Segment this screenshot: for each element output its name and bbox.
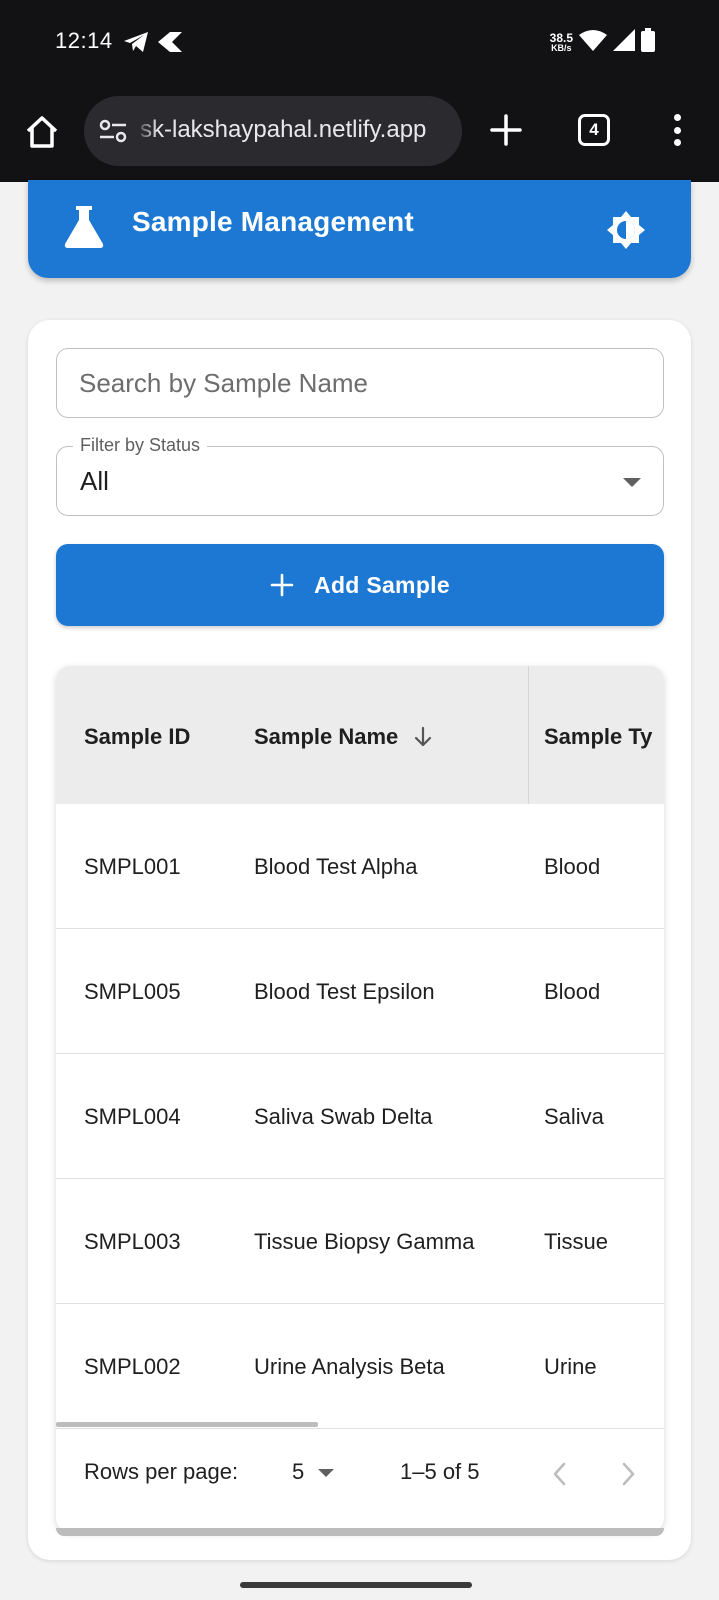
status-filter-select[interactable]: Filter by Status All xyxy=(56,435,664,516)
samples-card: Filter by Status All Add Sample Sample I… xyxy=(28,320,691,1560)
column-header-label: Sample Ty xyxy=(544,724,653,749)
samples-table: Sample ID Sample Name Sample Ty SMPL001 … xyxy=(56,666,664,1532)
cell-sample-id: SMPL004 xyxy=(84,1103,181,1129)
site-settings-icon[interactable] xyxy=(98,118,128,144)
cell-sample-type: Blood xyxy=(544,978,601,1004)
chevron-left-icon xyxy=(553,1462,566,1486)
table-row[interactable]: SMPL004 Saliva Swab Delta Saliva xyxy=(56,1054,664,1179)
net-speed-unit: KB/s xyxy=(551,43,572,53)
rows-per-page-caret-icon[interactable] xyxy=(318,1469,334,1477)
table-body: SMPL001 Blood Test Alpha Blood SMPL005 B… xyxy=(56,804,664,1429)
gesture-bar[interactable] xyxy=(240,1582,472,1588)
column-header-sample-name[interactable]: Sample Name xyxy=(254,724,434,750)
home-button[interactable] xyxy=(22,112,62,152)
table-row[interactable]: SMPL002 Urine Analysis Beta Urine xyxy=(56,1304,664,1429)
cell-sample-name: Urine Analysis Beta xyxy=(254,1353,445,1379)
battery-icon xyxy=(641,28,655,57)
column-divider[interactable] xyxy=(528,666,529,804)
flask-icon xyxy=(64,206,104,248)
table-row[interactable]: SMPL005 Blood Test Epsilon Blood xyxy=(56,929,664,1054)
cell-sample-name: Blood Test Epsilon xyxy=(254,978,435,1004)
home-icon xyxy=(26,116,58,148)
url-text[interactable]: sk-lakshaypahal.netlify.app xyxy=(140,116,452,144)
cell-sample-name: Blood Test Alpha xyxy=(254,853,418,879)
new-tab-icon xyxy=(490,114,522,146)
sort-descending-icon[interactable] xyxy=(412,726,434,748)
cell-sample-type: Saliva xyxy=(544,1103,604,1129)
status-bar: 12:14 38.5 KB/s xyxy=(0,0,719,90)
browser-toolbar: sk-lakshaypahal.netlify.app 4 xyxy=(0,90,719,182)
more-menu-button[interactable] xyxy=(664,110,690,150)
app-header: Sample Management xyxy=(28,180,691,278)
cell-sample-id: SMPL001 xyxy=(84,853,181,879)
page-title: Sample Management xyxy=(132,206,414,237)
cell-sample-type: Tissue xyxy=(544,1228,608,1254)
telegram-icon xyxy=(122,30,150,59)
rows-per-page-label: Rows per page: xyxy=(84,1459,239,1484)
status-filter-label: Filter by Status xyxy=(73,435,208,456)
search-input[interactable] xyxy=(56,348,664,418)
cell-sample-id: SMPL003 xyxy=(84,1228,181,1254)
table-row[interactable]: SMPL003 Tissue Biopsy Gamma Tissue xyxy=(56,1179,664,1304)
cell-sample-type: Blood xyxy=(544,853,601,879)
notification-icons xyxy=(122,30,184,59)
wifi-icon xyxy=(579,29,607,56)
app-notification-icon xyxy=(156,30,184,59)
more-menu-icon xyxy=(673,114,681,121)
column-header-label: Sample ID xyxy=(84,724,191,749)
cell-sample-name: Tissue Biopsy Gamma xyxy=(254,1228,475,1254)
cell-sample-type: Urine xyxy=(544,1353,597,1379)
tab-switcher-button[interactable]: 4 xyxy=(578,114,610,146)
previous-page-button[interactable] xyxy=(548,1459,572,1489)
add-sample-label: Add Sample xyxy=(314,571,450,598)
column-header-sample-type[interactable]: Sample Ty xyxy=(544,724,652,750)
next-page-button[interactable] xyxy=(616,1459,640,1489)
plus-icon xyxy=(270,573,294,597)
cell-sample-name: Saliva Swab Delta xyxy=(254,1103,433,1129)
column-header-sample-id[interactable]: Sample ID xyxy=(84,724,190,750)
net-speed: 38.5 KB/s xyxy=(550,32,573,53)
new-tab-button[interactable] xyxy=(488,112,524,148)
chevron-right-icon xyxy=(622,1462,635,1486)
status-time: 12:14 xyxy=(55,28,113,53)
table-bottom-shadow xyxy=(56,1528,664,1536)
theme-toggle-icon xyxy=(607,211,645,249)
address-bar[interactable]: sk-lakshaypahal.netlify.app xyxy=(84,96,462,166)
table-row[interactable]: SMPL001 Blood Test Alpha Blood xyxy=(56,804,664,929)
horizontal-scrollbar[interactable] xyxy=(56,1422,318,1427)
url-fade xyxy=(134,110,158,152)
theme-toggle-button[interactable] xyxy=(606,210,646,250)
table-pagination: Rows per page: 5 1–5 of 5 xyxy=(56,1428,664,1532)
add-sample-button[interactable]: Add Sample xyxy=(56,544,664,626)
system-icons: 38.5 KB/s xyxy=(550,28,655,57)
pagination-range: 1–5 of 5 xyxy=(400,1459,480,1484)
dropdown-caret-icon xyxy=(623,478,641,487)
table-header: Sample ID Sample Name Sample Ty xyxy=(56,666,664,804)
cell-sample-id: SMPL005 xyxy=(84,978,181,1004)
status-filter-value: All xyxy=(80,466,109,496)
cell-sample-id: SMPL002 xyxy=(84,1353,181,1379)
column-header-label: Sample Name xyxy=(254,724,399,749)
signal-icon xyxy=(613,29,635,56)
rows-per-page-select[interactable]: 5 xyxy=(292,1459,304,1485)
